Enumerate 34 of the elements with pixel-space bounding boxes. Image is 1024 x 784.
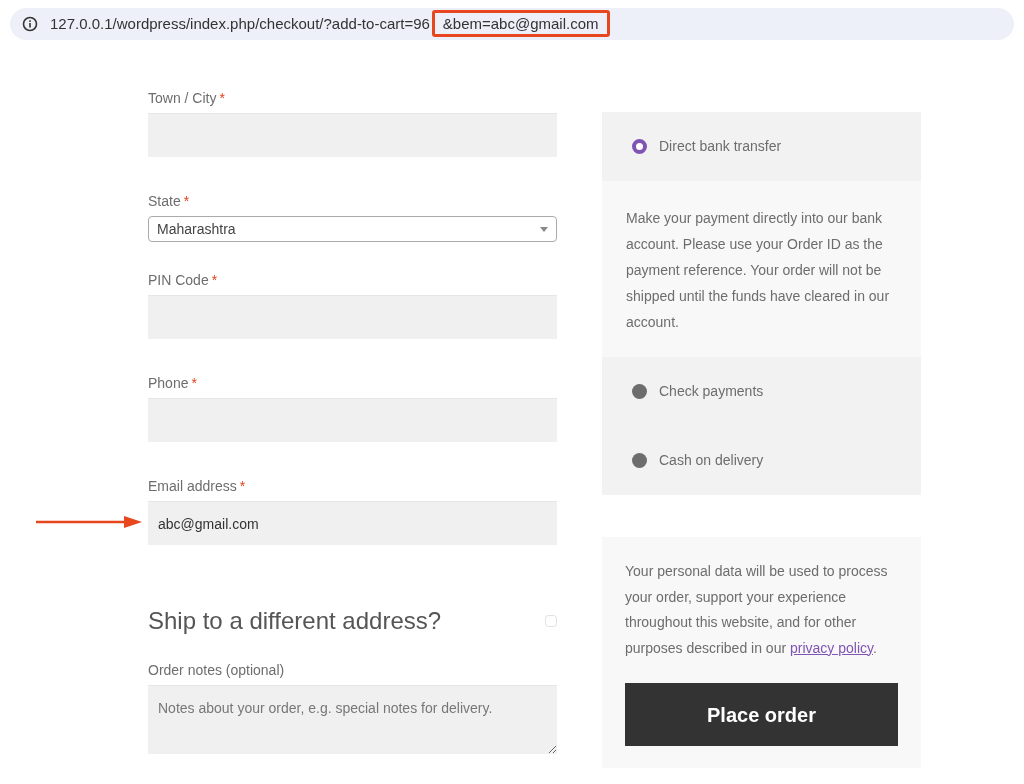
payment-option[interactable]: Cash on delivery bbox=[602, 426, 921, 495]
radio-button[interactable] bbox=[632, 453, 647, 468]
field-label: Email address bbox=[148, 477, 237, 496]
required-mark: * bbox=[211, 271, 218, 290]
url-text: 127.0.0.1/wordpress/index.php/checkout/?add-to-cart=96 bbox=[50, 14, 430, 32]
input-field[interactable] bbox=[148, 295, 557, 339]
field-label: Order notes (optional) bbox=[148, 660, 285, 680]
payment-description: Make your payment directly into our bank account. Please use your Order ID as the payment reference. Your order will not be shipped until the funds have cleared in our account. bbox=[602, 181, 921, 357]
address-bar[interactable]: 127.0.0.1/wordpress/index.php/checkout/?add-to-cart=96 &bem=abc@gmail.com bbox=[10, 8, 1014, 40]
field-label: Town / City bbox=[148, 89, 217, 108]
info-icon bbox=[22, 16, 38, 32]
field-label: Phone bbox=[148, 374, 189, 393]
privacy-text: Your personal data will be used to process your order, support your experience throughout this website, and for other purposes described in our privacy policy. bbox=[625, 562, 889, 658]
radio-button[interactable] bbox=[632, 139, 647, 154]
caret-icon bbox=[540, 226, 548, 232]
payment-option[interactable]: Direct bank transfer bbox=[602, 112, 921, 181]
field-label: State bbox=[148, 192, 181, 211]
required-mark: * bbox=[239, 477, 246, 496]
input-field[interactable] bbox=[148, 398, 557, 442]
state-select[interactable]: Maharashtra bbox=[148, 216, 557, 242]
required-mark: * bbox=[183, 192, 190, 211]
section-heading: Ship to a different address? bbox=[148, 607, 442, 636]
notes-field[interactable]: Notes about your order, e.g. special notes for delivery. bbox=[148, 684, 557, 754]
required-mark: * bbox=[191, 374, 197, 393]
field-label: PIN Code bbox=[148, 271, 209, 290]
input-field[interactable] bbox=[148, 113, 557, 157]
checkbox[interactable] bbox=[545, 615, 557, 628]
payment-option[interactable]: Check payments bbox=[602, 357, 921, 426]
highlighted-url-part: &bem=abc@gmail.com bbox=[431, 9, 610, 37]
radio-button[interactable] bbox=[632, 384, 647, 399]
privacy-policy-link[interactable]: privacy policy bbox=[790, 639, 873, 656]
required-mark: * bbox=[219, 89, 225, 108]
place-order-button[interactable]: Place order bbox=[625, 683, 898, 746]
input-field[interactable]: abc@gmail.com bbox=[148, 501, 557, 545]
